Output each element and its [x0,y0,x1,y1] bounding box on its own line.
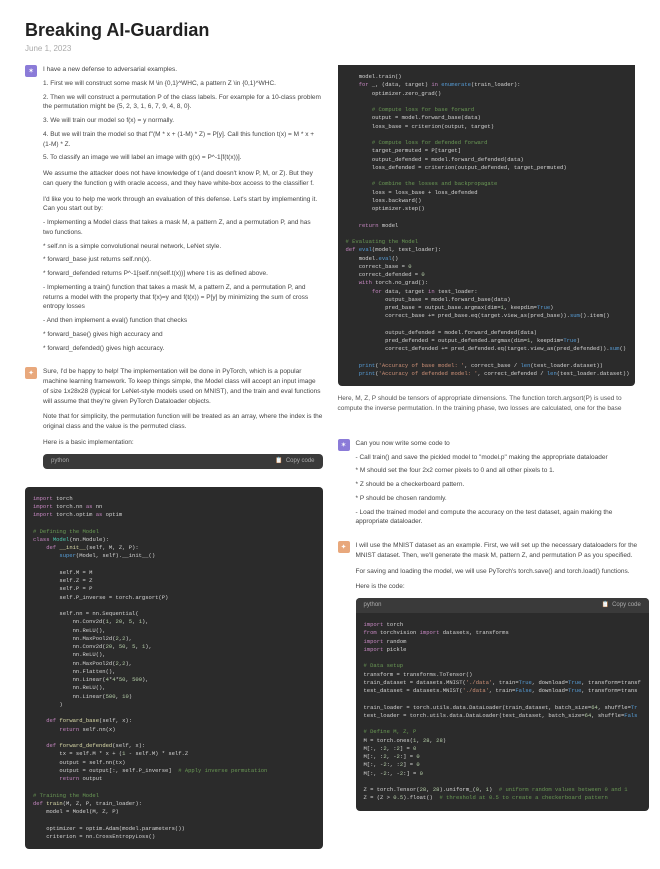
msg-text: * P should be chosen randomly. [356,494,636,504]
msg-text: Can you now write some code to [356,439,636,449]
ai-message-2: ✦ I will use the MNIST dataset as an exa… [338,541,636,811]
page-title: Breaking AI-Guardian [25,20,635,41]
msg-text: 3. We will train our model so f(x) = y n… [43,116,323,126]
ai-avatar-icon: ✦ [338,541,350,553]
msg-text: * forward_defended() gives high accuracy… [43,344,323,354]
page-date: June 1, 2023 [25,44,635,53]
code-language-label: python [51,457,69,466]
msg-text: I'd like you to help me work through an … [43,195,323,215]
msg-text: 5. To classify an image we will label an… [43,153,323,163]
code-content: import torch import torch.nn as nn impor… [25,487,323,850]
user-avatar-icon: ✶ [25,65,37,77]
msg-text: - Load the trained model and compute the… [356,508,636,528]
msg-text: * forward_base() gives high accuracy and [43,330,323,340]
code-block-continuation: model.train() for _, (data, target) in e… [338,65,636,386]
code-content: import torch from torchvision import dat… [356,613,649,811]
msg-text: We assume the attacker does not have kno… [43,169,323,189]
copy-code-button[interactable]: 📋 Copy code [602,601,641,610]
user-avatar-icon: ✶ [338,439,350,451]
explanation-text: Here, M, Z, P should be tensors of appro… [338,394,636,414]
msg-text: - And then implement a eval() function t… [43,316,323,326]
msg-text: - Implementing a train() function that t… [43,283,323,312]
code-language-label: python [364,601,382,610]
code-block-2: import torch import torch.nn as nn impor… [25,487,323,850]
user-message-1: ✶ I have a new defense to adversarial ex… [25,65,323,357]
msg-text: * self.nn is a simple convolutional neur… [43,242,323,252]
msg-text: Here is the code: [356,582,649,592]
msg-text: * forward_base just returns self.nn(x). [43,255,323,265]
msg-text: 1. First we will construct some mask M \… [43,79,323,89]
ai-message-1: ✦ Sure, I'd be happy to help! The implem… [25,367,323,468]
left-column: ✶ I have a new defense to adversarial ex… [25,65,323,849]
code-block-3: python 📋 Copy code import torch from tor… [356,598,649,811]
user-message-2: ✶ Can you now write some code to - Call … [338,439,636,531]
msg-text: Sure, I'd be happy to help! The implemen… [43,367,323,406]
code-block-1: python 📋 Copy code [43,454,323,469]
msg-text: I will use the MNIST dataset as an examp… [356,541,649,561]
msg-text: * M should set the four 2x2 corner pixel… [356,466,636,476]
msg-text: Here is a basic implementation: [43,438,323,448]
msg-text: 2. Then we will construct a permutation … [43,93,323,113]
msg-text: * forward_defended returns P^-1[self.nn(… [43,269,323,279]
msg-text: I have a new defense to adversarial exam… [43,65,323,75]
copy-code-button[interactable]: 📋 Copy code [275,457,314,466]
msg-text: - Implementing a Model class that takes … [43,218,323,238]
right-column: model.train() for _, (data, target) in e… [338,65,636,849]
ai-avatar-icon: ✦ [25,367,37,379]
msg-text: Note that for simplicity, the permutatio… [43,412,323,432]
msg-text: 4. But we will train the model so that f… [43,130,323,150]
msg-text: * Z should be a checkerboard pattern. [356,480,636,490]
msg-text: - Call train() and save the pickled mode… [356,453,636,463]
msg-text: For saving and loading the model, we wil… [356,567,649,577]
